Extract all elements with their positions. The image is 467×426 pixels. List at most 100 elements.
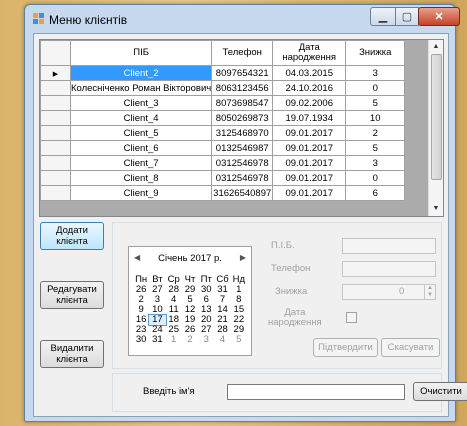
table-row[interactable]: Client_8 0312546978 09.01.2017 0	[40, 170, 406, 186]
table-row[interactable]: Client_4 8050269873 19.07.1934 10	[40, 110, 406, 126]
client-area: ПІБ Телефон Дата народження Знижка ▶ Cli…	[33, 33, 467, 417]
birthdate-checkbox[interactable]	[346, 312, 357, 323]
cell-birthdate[interactable]: 04.03.2015	[272, 65, 347, 81]
cell-discount[interactable]: 10	[345, 110, 406, 126]
calendar-day[interactable]: 5	[231, 335, 247, 345]
search-label: Введіть ім'я	[143, 386, 195, 397]
scroll-thumb[interactable]	[431, 54, 442, 180]
add-client-button[interactable]: Додати клієнта	[40, 222, 104, 250]
column-header-name[interactable]: ПІБ	[69, 40, 213, 66]
cell-name[interactable]: Колесніченко Роман Вікторович	[69, 80, 213, 96]
row-header[interactable]	[40, 185, 71, 201]
cell-name[interactable]: Client_7	[69, 155, 213, 171]
previous-month-icon[interactable]: ◀	[134, 253, 140, 262]
row-pointer-icon: ▶	[52, 70, 59, 78]
search-panel: Введіть ім'я Очистити	[112, 373, 467, 412]
cell-phone[interactable]: 31626540897	[211, 185, 274, 201]
search-input[interactable]	[227, 384, 405, 400]
calendar-day[interactable]: 30	[133, 335, 149, 345]
cell-birthdate[interactable]: 24.10.2016	[272, 80, 347, 96]
edit-client-button[interactable]: Редагувати клієнта	[40, 281, 104, 309]
table-row[interactable]: Client_9 31626540897 09.01.2017 6	[40, 185, 406, 201]
close-button[interactable]: ✕	[418, 7, 460, 26]
cell-discount[interactable]: 2	[345, 125, 406, 141]
clients-grid[interactable]: ПІБ Телефон Дата народження Знижка ▶ Cli…	[39, 39, 444, 217]
table-row[interactable]: Client_6 0132546987 09.01.2017 5	[40, 140, 406, 156]
cell-discount[interactable]: 5	[345, 95, 406, 111]
table-row[interactable]: ▶ Client_2 8097654321 04.03.2015 3	[40, 65, 406, 81]
cell-phone[interactable]: 8050269873	[211, 110, 274, 126]
column-header-discount[interactable]: Знижка	[345, 40, 406, 66]
cell-name[interactable]: Client_6	[69, 140, 213, 156]
row-header[interactable]: ▶	[40, 65, 71, 81]
next-month-icon[interactable]: ▶	[240, 253, 246, 262]
calendar-day[interactable]: 31	[149, 335, 165, 345]
calendar-day[interactable]: 1	[166, 335, 182, 345]
cell-discount[interactable]: 3	[345, 65, 406, 81]
pib-field[interactable]	[342, 238, 436, 254]
cell-phone[interactable]: 8063123456	[211, 80, 274, 96]
calendar-month-label[interactable]: Січень 2017 р.	[158, 253, 222, 264]
row-header[interactable]	[40, 155, 71, 171]
cell-name[interactable]: Client_8	[69, 170, 213, 186]
table-row[interactable]: Client_7 0312546978 09.01.2017 3	[40, 155, 406, 171]
row-header[interactable]	[40, 170, 71, 186]
cell-discount[interactable]: 0	[345, 170, 406, 186]
calendar-week: 30 31 1 2 3 4 5	[133, 335, 247, 345]
main-window: Меню клієнтів ▁ ▢ ✕ ПІБ Телефон Дата нар…	[24, 4, 467, 422]
column-header-birthdate[interactable]: Дата народження	[272, 40, 347, 66]
cell-phone[interactable]: 8097654321	[211, 65, 274, 81]
cell-phone[interactable]: 8073698547	[211, 95, 274, 111]
row-header[interactable]	[40, 125, 71, 141]
cancel-button[interactable]: Скасувати	[381, 338, 440, 357]
table-row[interactable]: Client_3 8073698547 09.02.2006 5	[40, 95, 406, 111]
cell-name[interactable]: Client_9	[69, 185, 213, 201]
row-header[interactable]	[40, 95, 71, 111]
table-row[interactable]: Client_5 3125468970 09.01.2017 2	[40, 125, 406, 141]
delete-client-button[interactable]: Видалити клієнта	[40, 340, 104, 368]
pib-label: П.І.Б.	[271, 240, 295, 251]
row-header[interactable]	[40, 80, 71, 96]
cell-name[interactable]: Client_3	[69, 95, 213, 111]
row-header[interactable]	[40, 110, 71, 126]
discount-stepper[interactable]: 0 ▲ ▼	[342, 284, 436, 300]
calendar-day[interactable]: 4	[214, 335, 230, 345]
cell-discount[interactable]: 6	[345, 185, 406, 201]
table-row[interactable]: Колесніченко Роман Вікторович 8063123456…	[40, 80, 406, 96]
cell-birthdate[interactable]: 09.01.2017	[272, 185, 347, 201]
cell-name[interactable]: Client_5	[69, 125, 213, 141]
cell-phone[interactable]: 0132546987	[211, 140, 274, 156]
title-bar[interactable]: Меню клієнтів ▁ ▢ ✕	[25, 5, 460, 31]
row-header[interactable]	[40, 140, 71, 156]
cell-discount[interactable]: 0	[345, 80, 406, 96]
calendar-day[interactable]: 3	[198, 335, 214, 345]
cell-birthdate[interactable]: 09.01.2017	[272, 170, 347, 186]
cell-birthdate[interactable]: 09.01.2017	[272, 155, 347, 171]
cell-phone[interactable]: 0312546978	[211, 155, 274, 171]
birthdate-label: Дата народження	[268, 307, 322, 328]
scroll-up-icon[interactable]: ▲	[429, 40, 443, 54]
cell-birthdate[interactable]: 09.01.2017	[272, 140, 347, 156]
cell-phone[interactable]: 3125468970	[211, 125, 274, 141]
cell-name[interactable]: Client_2	[69, 65, 213, 81]
column-header-phone[interactable]: Телефон	[211, 40, 274, 66]
cell-phone[interactable]: 0312546978	[211, 170, 274, 186]
scroll-down-icon[interactable]: ▼	[429, 202, 443, 216]
calendar-day[interactable]: 2	[182, 335, 198, 345]
minimize-button[interactable]: ▁	[370, 7, 396, 26]
cell-name[interactable]: Client_4	[69, 110, 213, 126]
cell-birthdate[interactable]: 09.01.2017	[272, 125, 347, 141]
maximize-button[interactable]: ▢	[395, 7, 419, 26]
cell-discount[interactable]: 5	[345, 140, 406, 156]
discount-spin-icon[interactable]: ▲ ▼	[424, 285, 435, 299]
clear-button[interactable]: Очистити	[413, 382, 467, 401]
vertical-scrollbar[interactable]: ▲ ▼	[428, 40, 443, 216]
phone-field[interactable]	[342, 261, 436, 277]
cell-birthdate[interactable]: 19.07.1934	[272, 110, 347, 126]
cell-discount[interactable]: 3	[345, 155, 406, 171]
birthdate-calendar[interactable]: ◀ Січень 2017 р. ▶ Пн Вт Ср Чт Пт Сб Нд	[128, 246, 252, 356]
clients-table: ПІБ Телефон Дата народження Знижка ▶ Cli…	[40, 40, 406, 201]
cell-birthdate[interactable]: 09.02.2006	[272, 95, 347, 111]
confirm-button[interactable]: Підтвердити	[313, 338, 378, 357]
client-details-panel: ◀ Січень 2017 р. ▶ Пн Вт Ср Чт Пт Сб Нд	[112, 222, 442, 369]
